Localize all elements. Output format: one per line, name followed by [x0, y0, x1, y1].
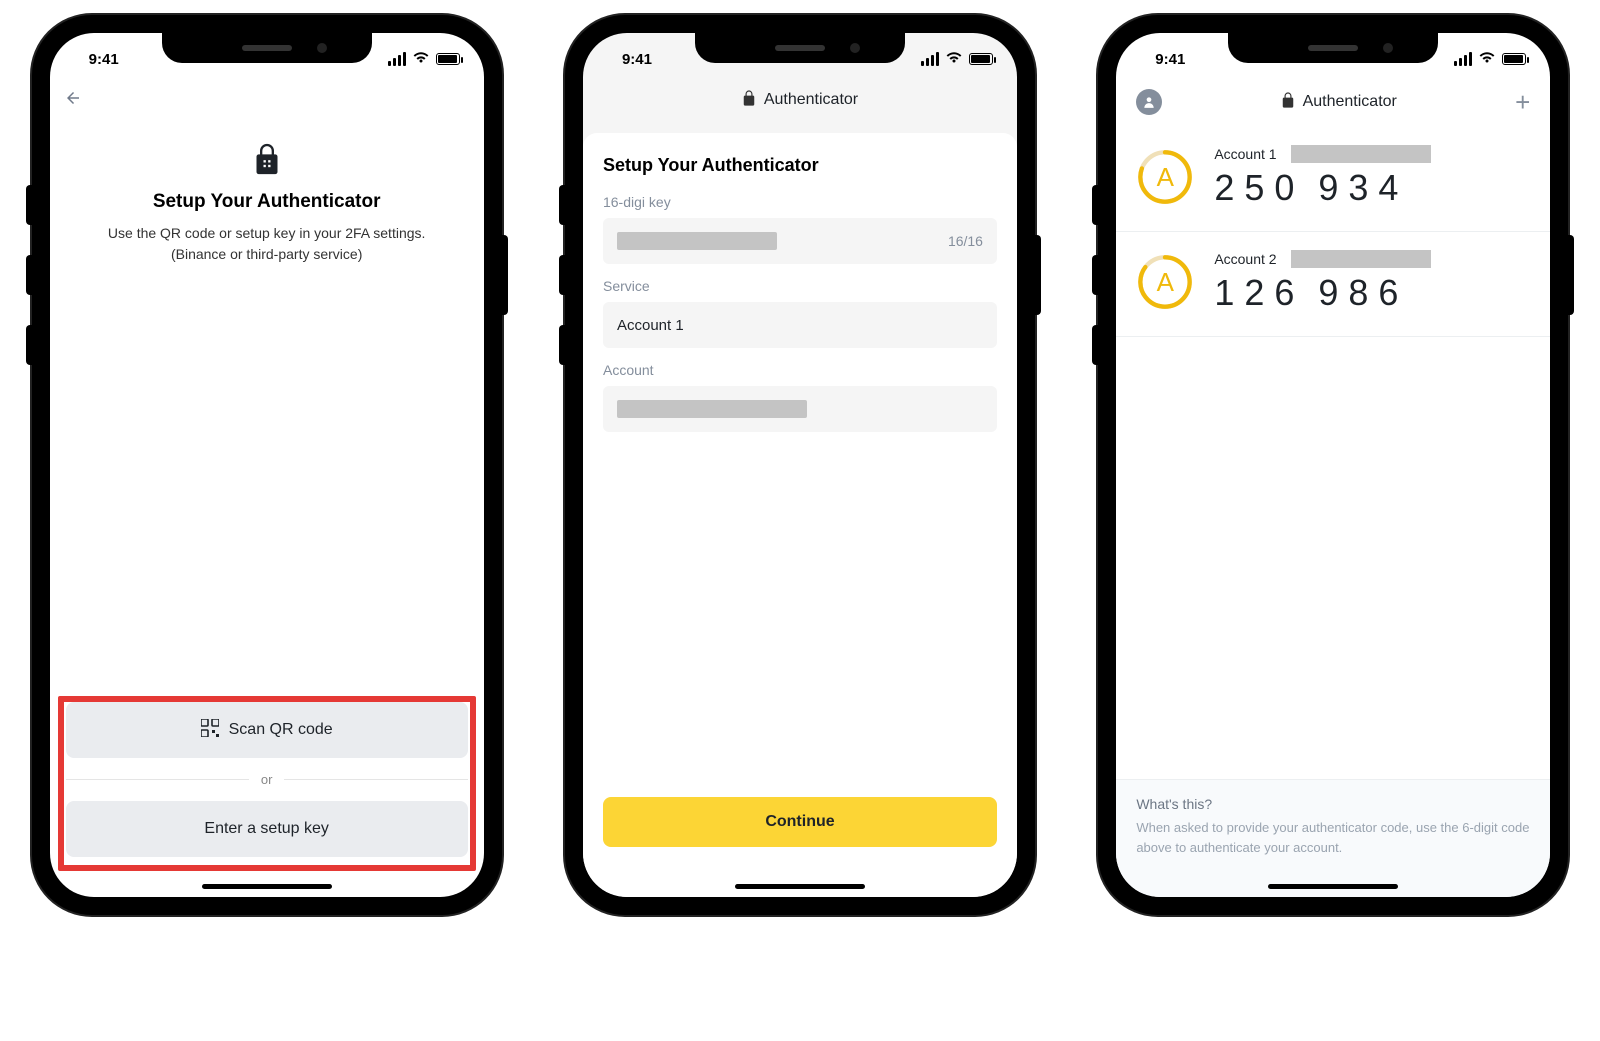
status-icons [388, 50, 460, 68]
field-service-label: Service [603, 278, 997, 294]
or-divider: or [66, 772, 468, 787]
lock-icon [742, 89, 756, 112]
home-indicator[interactable] [735, 884, 865, 889]
key-counter: 16/16 [948, 233, 983, 249]
redacted-key-value [617, 232, 777, 250]
phone-frame-1: 9:41 Setup Your Authenticat [32, 15, 502, 915]
cellular-signal-icon [388, 52, 406, 66]
phone-frame-2: 9:41 Authenticator Setup Your Authentica… [565, 15, 1035, 915]
field-key-label: 16-digi key [603, 194, 997, 210]
setup-heading: Setup Your Authenticator [603, 155, 997, 176]
help-footer: What's this? When asked to provide your … [1116, 779, 1550, 897]
app-bar: Authenticator [583, 77, 1017, 123]
notch [162, 33, 372, 63]
notch [1228, 33, 1438, 63]
cellular-signal-icon [921, 52, 939, 66]
home-indicator[interactable] [1268, 884, 1398, 889]
status-time: 9:41 [607, 51, 667, 68]
home-indicator[interactable] [202, 884, 332, 889]
field-account-label: Account [603, 362, 997, 378]
setup-subtitle: Use the QR code or setup key in your 2FA… [66, 223, 468, 265]
scan-qr-button[interactable]: Scan QR code [66, 702, 468, 758]
qr-icon [201, 719, 219, 742]
status-time: 9:41 [1140, 51, 1200, 68]
lock-icon [1281, 91, 1295, 114]
help-body: When asked to provide your authenticator… [1136, 818, 1530, 857]
status-icons [1454, 50, 1526, 68]
account-name: Account 2 [1214, 251, 1276, 267]
status-icons [921, 50, 993, 68]
cellular-signal-icon [1454, 52, 1472, 66]
timer-ring: A [1136, 148, 1194, 206]
key-input[interactable]: 16/16 [603, 218, 997, 264]
wifi-icon [945, 50, 963, 68]
timer-ring: A [1136, 253, 1194, 311]
add-account-button[interactable]: + [1515, 87, 1530, 118]
app-title: Authenticator [764, 91, 858, 109]
enter-setup-key-button[interactable]: Enter a setup key [66, 801, 468, 857]
setup-title: Setup Your Authenticator [66, 191, 468, 213]
help-title: What's this? [1136, 796, 1530, 812]
redacted-account-value [617, 400, 807, 418]
account-name: Account 1 [1214, 146, 1276, 162]
app-bar: Authenticator + [1116, 77, 1550, 127]
battery-icon [436, 53, 460, 65]
wifi-icon [412, 50, 430, 68]
service-value: Account 1 [617, 317, 684, 334]
notch [695, 33, 905, 63]
auth-code: 126986 [1214, 272, 1530, 314]
phone-frame-3: 9:41 Authenticator [1098, 15, 1568, 915]
wifi-icon [1478, 50, 1496, 68]
account-input[interactable] [603, 386, 997, 432]
account-row[interactable]: A Account 2 126986 [1116, 232, 1550, 337]
status-time: 9:41 [74, 51, 134, 68]
account-row[interactable]: A Account 1 250934 [1116, 127, 1550, 232]
lock-icon [253, 141, 281, 177]
profile-button[interactable] [1136, 89, 1162, 115]
redacted-account-detail [1291, 145, 1431, 163]
service-input[interactable]: Account 1 [603, 302, 997, 348]
battery-icon [969, 53, 993, 65]
auth-code: 250934 [1214, 167, 1530, 209]
redacted-account-detail [1291, 250, 1431, 268]
app-title: Authenticator [1303, 93, 1397, 111]
back-button[interactable] [50, 77, 90, 123]
continue-button[interactable]: Continue [603, 797, 997, 847]
battery-icon [1502, 53, 1526, 65]
